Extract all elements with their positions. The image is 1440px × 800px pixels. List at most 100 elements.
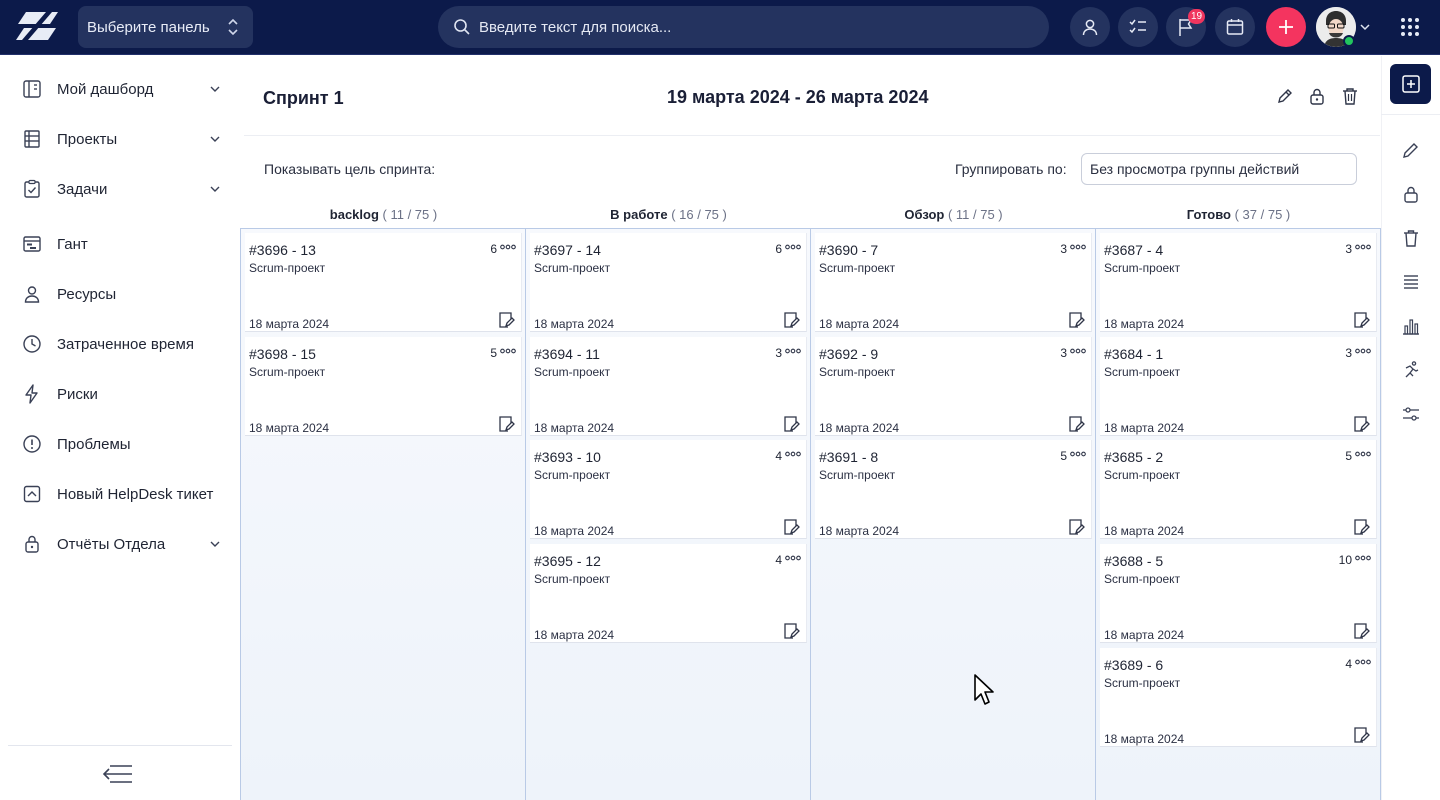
task-project: Scrum-проект xyxy=(1104,365,1181,379)
more-options-icon[interactable] xyxy=(500,347,516,355)
chevron-down-icon[interactable] xyxy=(209,538,221,550)
group-by-select[interactable]: Без просмотра группы действий xyxy=(1081,153,1357,185)
task-id[interactable]: #3693 - 10 xyxy=(534,449,601,465)
notifications-badge: 19 xyxy=(1188,9,1205,24)
sidebar-item-8[interactable]: Проблемы xyxy=(22,432,227,456)
pencil-icon[interactable] xyxy=(1401,140,1421,160)
task-id[interactable]: #3688 - 5 xyxy=(1104,553,1163,569)
sidebar-item-1[interactable]: Мой дашборд xyxy=(22,77,227,101)
sprint-runner-icon[interactable] xyxy=(1401,360,1421,380)
show-sprint-goal-label[interactable]: Показывать цель спринта: xyxy=(264,161,435,177)
task-id[interactable]: #3685 - 2 xyxy=(1104,449,1163,465)
delete-sprint-icon[interactable] xyxy=(1341,87,1359,105)
more-options-icon[interactable] xyxy=(1355,450,1371,458)
edit-note-icon[interactable] xyxy=(1352,311,1370,329)
more-options-icon[interactable] xyxy=(1355,554,1371,562)
task-card[interactable]: #3695 - 12 Scrum-проект 4 18 марта 2024 xyxy=(530,544,807,643)
task-card[interactable]: #3687 - 4 Scrum-проект 3 18 марта 2024 xyxy=(1100,233,1377,332)
task-id[interactable]: #3691 - 8 xyxy=(819,449,878,465)
task-card[interactable]: #3698 - 15 Scrum-проект 5 18 марта 2024 xyxy=(245,337,522,436)
task-id[interactable]: #3697 - 14 xyxy=(534,242,601,258)
edit-note-icon[interactable] xyxy=(497,415,515,433)
filter-sliders-icon[interactable] xyxy=(1401,404,1421,424)
edit-note-icon[interactable] xyxy=(1067,415,1085,433)
sidebar-item-5[interactable]: Ресурсы xyxy=(22,282,227,306)
task-card[interactable]: #3684 - 1 Scrum-проект 3 18 марта 2024 xyxy=(1100,337,1377,436)
bar-chart-icon[interactable] xyxy=(1401,316,1421,336)
sidebar-item-7[interactable]: Риски xyxy=(22,382,227,406)
sidebar-item-2[interactable]: Проекты xyxy=(22,127,227,151)
task-id[interactable]: #3695 - 12 xyxy=(534,553,601,569)
more-options-icon[interactable] xyxy=(785,450,801,458)
task-card[interactable]: #3696 - 13 Scrum-проект 6 18 марта 2024 xyxy=(245,233,522,332)
more-options-icon[interactable] xyxy=(1355,347,1371,355)
top-bar: Выберите панель Введите текст для поиска… xyxy=(0,0,1440,55)
edit-note-icon[interactable] xyxy=(782,311,800,329)
more-options-icon[interactable] xyxy=(1355,243,1371,251)
more-options-icon[interactable] xyxy=(500,243,516,251)
more-options-icon[interactable] xyxy=(1070,347,1086,355)
task-id[interactable]: #3690 - 7 xyxy=(819,242,878,258)
chevron-down-icon[interactable] xyxy=(1359,21,1371,33)
sidebar-item-3[interactable]: Задачи xyxy=(22,177,227,201)
more-options-icon[interactable] xyxy=(785,347,801,355)
edit-note-icon[interactable] xyxy=(1352,415,1370,433)
edit-note-icon[interactable] xyxy=(782,415,800,433)
more-options-icon[interactable] xyxy=(1070,450,1086,458)
edit-note-icon[interactable] xyxy=(1352,518,1370,536)
task-id[interactable]: #3687 - 4 xyxy=(1104,242,1163,258)
task-card[interactable]: #3685 - 2 Scrum-проект 5 18 марта 2024 xyxy=(1100,440,1377,539)
more-options-icon[interactable] xyxy=(1070,243,1086,251)
chevron-down-icon[interactable] xyxy=(209,133,221,145)
task-id[interactable]: #3689 - 6 xyxy=(1104,657,1163,673)
task-id[interactable]: #3696 - 13 xyxy=(249,242,316,258)
lock-icon[interactable] xyxy=(1401,184,1421,204)
edit-note-icon[interactable] xyxy=(497,311,515,329)
edit-sprint-icon[interactable] xyxy=(1276,87,1294,105)
rail-divider xyxy=(1381,114,1440,115)
edit-note-icon[interactable] xyxy=(1067,518,1085,536)
task-card[interactable]: #3697 - 14 Scrum-проект 6 18 марта 2024 xyxy=(530,233,807,332)
edit-note-icon[interactable] xyxy=(1067,311,1085,329)
apps-grid-icon[interactable] xyxy=(1400,17,1420,37)
sidebar-item-4[interactable]: Гант xyxy=(22,232,227,256)
trash-icon[interactable] xyxy=(1401,228,1421,248)
panel-select[interactable]: Выберите панель xyxy=(78,6,253,48)
task-card[interactable]: #3690 - 7 Scrum-проект 3 18 марта 2024 xyxy=(815,233,1092,332)
list-view-icon[interactable] xyxy=(1401,272,1421,292)
more-options-icon[interactable] xyxy=(785,243,801,251)
sidebar-item-label: Новый HelpDesk тикет xyxy=(57,485,214,503)
app-logo[interactable] xyxy=(16,12,58,42)
add-task-button[interactable] xyxy=(1390,64,1431,104)
collapse-sidebar-icon[interactable] xyxy=(102,762,134,786)
sidebar-item-6[interactable]: Затраченное время xyxy=(22,332,227,356)
task-card[interactable]: #3693 - 10 Scrum-проект 4 18 марта 2024 xyxy=(530,440,807,539)
task-card[interactable]: #3694 - 11 Scrum-проект 3 18 марта 2024 xyxy=(530,337,807,436)
task-id[interactable]: #3684 - 1 xyxy=(1104,346,1163,362)
edit-note-icon[interactable] xyxy=(782,622,800,640)
more-options-icon[interactable] xyxy=(785,554,801,562)
checklist-button[interactable] xyxy=(1118,7,1158,47)
chevron-down-icon[interactable] xyxy=(209,83,221,95)
task-id[interactable]: #3698 - 15 xyxy=(249,346,316,362)
sidebar-item-label: Затраченное время xyxy=(57,335,194,353)
more-options-icon[interactable] xyxy=(1355,658,1371,666)
calendar-button[interactable] xyxy=(1215,7,1255,47)
sidebar-item-9[interactable]: Новый HelpDesk тикет xyxy=(22,482,227,506)
edit-note-icon[interactable] xyxy=(782,518,800,536)
edit-note-icon[interactable] xyxy=(1352,622,1370,640)
chevron-down-icon[interactable] xyxy=(209,183,221,195)
task-id[interactable]: #3694 - 11 xyxy=(534,346,600,362)
profile-button[interactable] xyxy=(1070,7,1110,47)
lock-sprint-icon[interactable] xyxy=(1308,87,1326,105)
task-card[interactable]: #3689 - 6 Scrum-проект 4 18 марта 2024 xyxy=(1100,648,1377,747)
create-button[interactable] xyxy=(1266,7,1306,47)
task-card[interactable]: #3691 - 8 Scrum-проект 5 18 марта 2024 xyxy=(815,440,1092,539)
sidebar-item-10[interactable]: Отчёты Отдела xyxy=(22,532,227,556)
online-status-indicator xyxy=(1343,35,1355,47)
search-input[interactable]: Введите текст для поиска... xyxy=(438,6,1049,48)
task-id[interactable]: #3692 - 9 xyxy=(819,346,878,362)
task-card[interactable]: #3688 - 5 Scrum-проект 10 18 марта 2024 xyxy=(1100,544,1377,643)
task-card[interactable]: #3692 - 9 Scrum-проект 3 18 марта 2024 xyxy=(815,337,1092,436)
edit-note-icon[interactable] xyxy=(1352,726,1370,744)
